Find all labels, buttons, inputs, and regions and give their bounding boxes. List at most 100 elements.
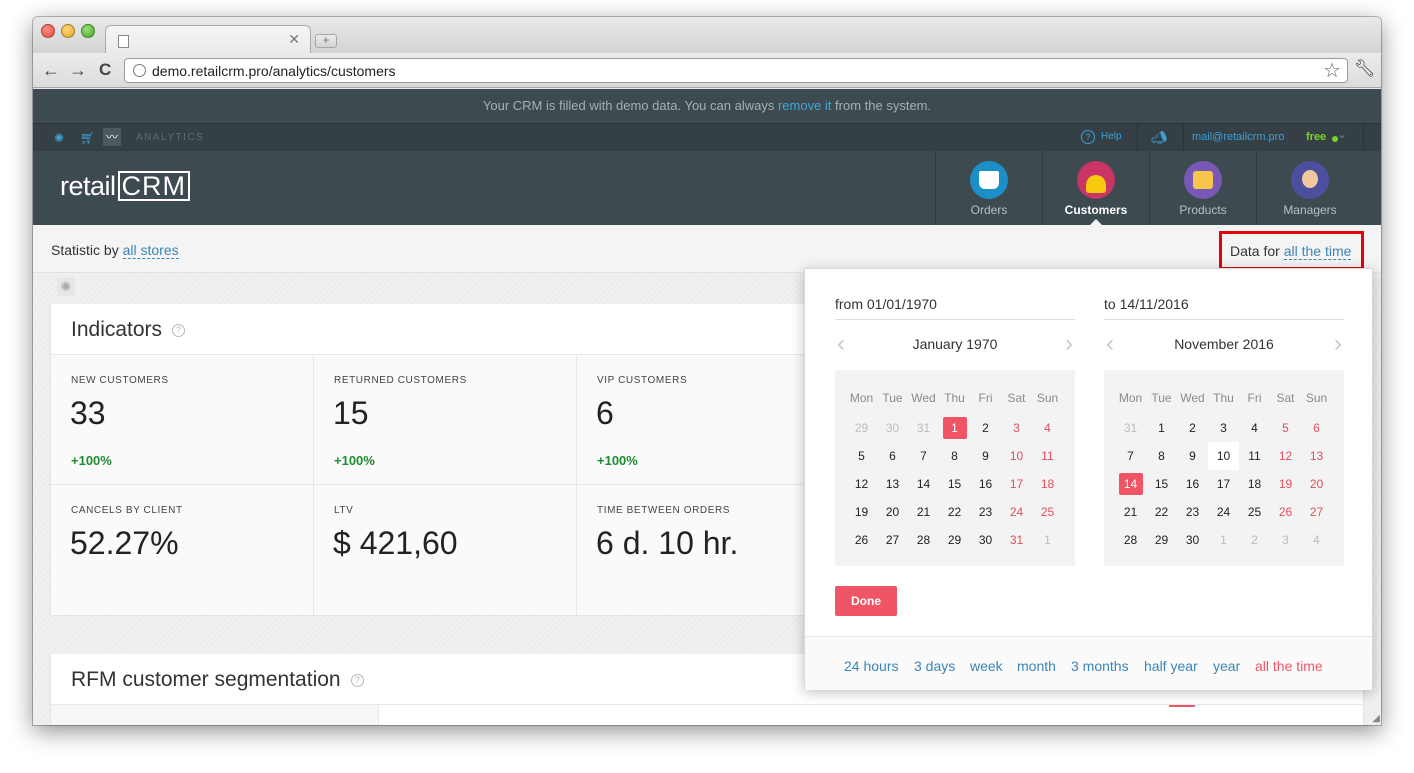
back-icon[interactable]: ← [42,60,60,80]
megaphone-icon[interactable]: 📣︎ [1151,130,1168,146]
calendar-day[interactable]: 28 [908,526,939,554]
calendar-day[interactable]: 25 [1239,498,1270,526]
address-bar[interactable]: demo.retailcrm.pro/analytics/customers ☆ [124,58,1348,83]
settings-gear-icon[interactable]: ✺ [54,131,64,145]
minimize-window-button[interactable] [61,24,75,38]
calendar-day[interactable]: 13 [877,470,908,498]
preset-24-hours[interactable]: 24 hours [844,658,898,674]
preset-week[interactable]: week [970,658,1003,674]
tab-close-icon[interactable]: ✕ [288,31,300,47]
calendar-day[interactable]: 22 [939,498,970,526]
retailcrm-logo[interactable]: retail CRM [60,171,191,202]
module-products[interactable]: Products [1149,151,1256,225]
done-button[interactable]: Done [835,586,897,616]
gear-icon[interactable]: ✺ [57,278,75,296]
calendar-day[interactable]: 19 [846,498,877,526]
user-email[interactable]: mail@retailcrm.pro [1192,131,1284,143]
calendar-day[interactable]: 12 [1270,442,1301,470]
calendar-day[interactable]: 24 [1001,498,1032,526]
calendar-day[interactable]: 15 [939,470,970,498]
from-date-field[interactable]: from 01/01/1970 [835,296,1075,320]
calendar-day[interactable]: 8 [1146,442,1177,470]
calendar-day[interactable]: 1 [1208,526,1239,554]
preset-3-months[interactable]: 3 months [1071,658,1129,674]
calendar-day[interactable]: 31 [1115,414,1146,442]
calendar-day[interactable]: 31 [908,414,939,442]
close-window-button[interactable] [41,24,55,38]
calendar-day[interactable]: 16 [1177,470,1208,498]
help-link[interactable]: Help [1101,131,1122,142]
calendar-day[interactable]: 2 [1177,414,1208,442]
new-tab-button[interactable]: + [315,34,337,48]
calendar-day[interactable]: 8 [939,442,970,470]
calendar-day[interactable]: 3 [1208,414,1239,442]
calendar-day[interactable]: 4 [1301,526,1332,554]
calendar-day[interactable]: 22 [1146,498,1177,526]
module-managers[interactable]: Managers [1256,151,1363,225]
calendar-day[interactable]: 18 [1239,470,1270,498]
calendar-day[interactable]: 11 [1032,442,1063,470]
stores-link[interactable]: all stores [122,242,179,259]
calendar-day[interactable]: 13 [1301,442,1332,470]
calendar-day[interactable]: 21 [1115,498,1146,526]
calendar-day[interactable]: 28 [1115,526,1146,554]
calendar-day[interactable]: 6 [1301,414,1332,442]
chevron-right-icon[interactable]: › [1065,332,1073,356]
calendar-day[interactable]: 17 [1001,470,1032,498]
chevron-down-icon[interactable]: ⌄ [1337,127,1347,141]
calendar-day[interactable]: 23 [1177,498,1208,526]
forward-icon[interactable]: → [69,60,87,80]
calendar-day[interactable]: 30 [970,526,1001,554]
calendar-day[interactable]: 24 [1208,498,1239,526]
calendar-day[interactable]: 20 [1301,470,1332,498]
from-date-value[interactable]: 01/01/1970 [867,296,937,312]
calendar-day[interactable]: 15 [1146,470,1177,498]
calendar-day[interactable]: 10 [1208,442,1239,470]
calendar-day[interactable]: 1 [1146,414,1177,442]
module-orders[interactable]: Orders [935,151,1042,225]
calendar-day[interactable]: 26 [846,526,877,554]
selected-day[interactable]: 14 [1115,470,1146,498]
calendar-day[interactable]: 23 [970,498,1001,526]
resize-grip-icon[interactable]: ◢ [1372,713,1380,724]
browser-tab[interactable]: ✕ [105,25,311,53]
calendar-day[interactable]: 14 [908,470,939,498]
calendar-day[interactable]: 4 [1239,414,1270,442]
calendar-day[interactable]: 2 [1239,526,1270,554]
calendar-day[interactable]: 5 [846,442,877,470]
calendar-day[interactable]: 1 [1032,526,1063,554]
preset-month[interactable]: month [1017,658,1056,674]
calendar-day[interactable]: 7 [1115,442,1146,470]
question-icon[interactable]: ? [350,673,364,687]
calendar-day[interactable]: 16 [970,470,1001,498]
calendar-day[interactable]: 4 [1032,414,1063,442]
calendar-day[interactable]: 29 [1146,526,1177,554]
calendar-day[interactable]: 25 [1032,498,1063,526]
calendar-day[interactable]: 27 [877,526,908,554]
maximize-window-button[interactable] [81,24,95,38]
calendar-day[interactable]: 19 [1270,470,1301,498]
chevron-right-icon[interactable]: › [1334,332,1342,356]
calendar-day[interactable]: 27 [1301,498,1332,526]
calendar-day[interactable]: 7 [908,442,939,470]
to-date-field[interactable]: to 14/11/2016 [1104,296,1344,320]
calendar-day[interactable]: 26 [1270,498,1301,526]
chevron-left-icon[interactable]: ‹ [1106,332,1114,356]
calendar-day[interactable]: 29 [846,414,877,442]
preset-half-year[interactable]: half year [1144,658,1198,674]
calendar-day[interactable]: 11 [1239,442,1270,470]
calendar-day[interactable]: 10 [1001,442,1032,470]
calendar-day[interactable]: 3 [1001,414,1032,442]
calendar-day[interactable]: 6 [877,442,908,470]
remove-demo-link[interactable]: remove it [778,98,831,113]
calendar-day[interactable]: 3 [1270,526,1301,554]
module-customers[interactable]: Customers [1042,151,1149,226]
preset-all-the-time[interactable]: all the time [1255,658,1323,674]
calendar-day[interactable]: 2 [970,414,1001,442]
calendar-day[interactable]: 9 [1177,442,1208,470]
calendar-day[interactable]: 31 [1001,526,1032,554]
reload-icon[interactable]: C [99,60,111,80]
calendar-day[interactable]: 29 [939,526,970,554]
wrench-icon[interactable]: 🔧︎ [1354,59,1376,79]
star-icon[interactable]: ☆ [1323,59,1341,83]
